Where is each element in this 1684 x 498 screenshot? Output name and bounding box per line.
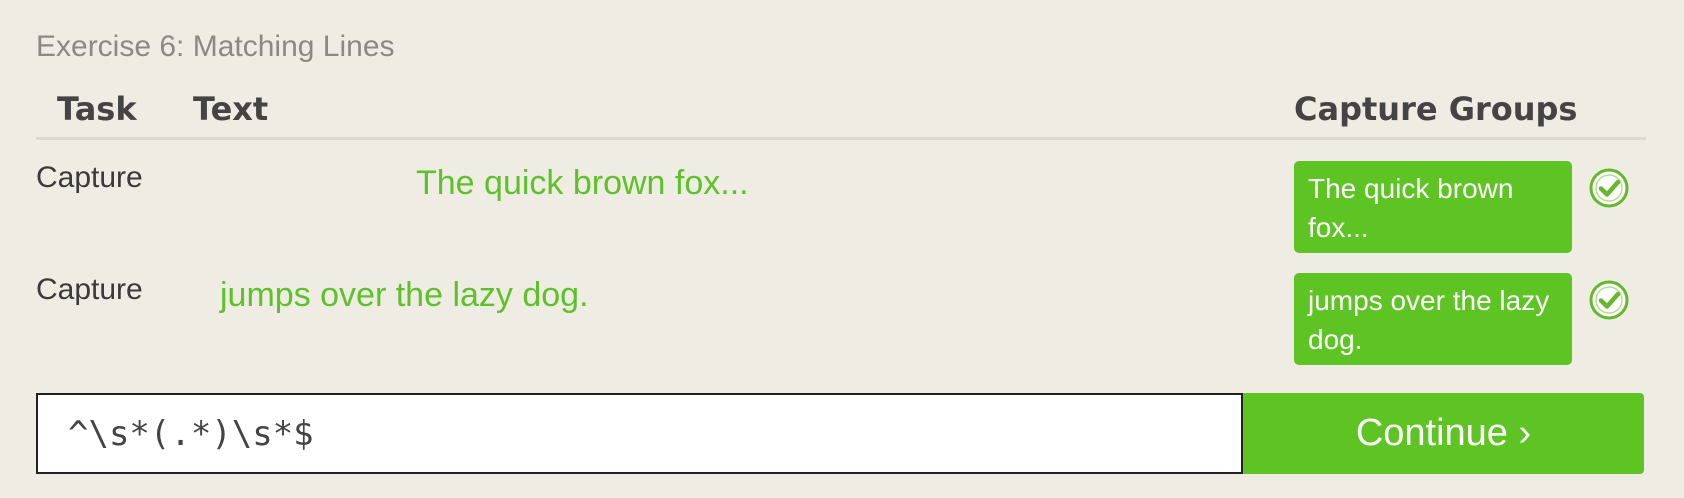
column-header-task: Task — [57, 90, 137, 128]
row-2-text: jumps over the lazy dog. — [220, 276, 589, 314]
row-1-text: The quick brown fox... — [416, 164, 749, 202]
column-header-capture-groups: Capture Groups — [1294, 90, 1578, 128]
regex-input[interactable] — [36, 393, 1243, 474]
row-1-task-label: Capture — [36, 161, 143, 194]
continue-button[interactable]: Continue › — [1243, 393, 1644, 474]
column-header-text: Text — [193, 90, 269, 128]
check-circle-icon — [1589, 168, 1629, 208]
header-divider — [36, 137, 1646, 140]
check-circle-icon — [1589, 280, 1629, 320]
row-2-capture-group: jumps over the lazy dog. — [1294, 273, 1572, 365]
row-2-task-label: Capture — [36, 273, 143, 306]
exercise-title: Exercise 6: Matching Lines — [36, 30, 395, 63]
row-1-capture-group: The quick brown fox... — [1294, 161, 1572, 253]
